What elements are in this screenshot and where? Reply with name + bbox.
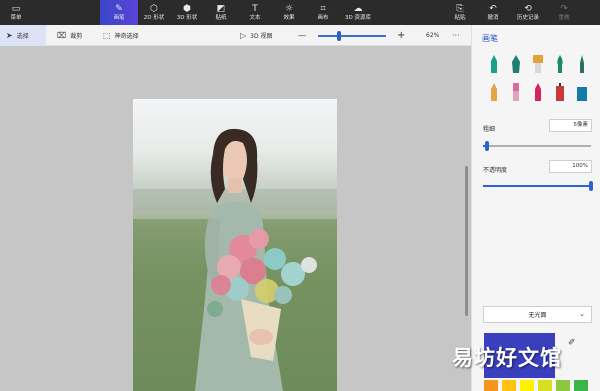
zoom-slider-track[interactable]: [318, 35, 386, 37]
tab-stickers[interactable]: ◩ 贴纸: [208, 0, 234, 25]
thickness-input[interactable]: 5像素: [549, 119, 592, 132]
finish-dropdown[interactable]: 无光面 ⌄: [483, 306, 592, 323]
undo-icon: ↶: [489, 3, 497, 14]
crayon-icon: [535, 83, 541, 101]
folder-icon: ▭: [11, 3, 21, 14]
fill-bucket-icon: [577, 87, 587, 101]
photo-canvas-image: [133, 99, 337, 391]
zoom-slider-thumb[interactable]: [337, 31, 341, 41]
opacity-input[interactable]: 100%: [549, 160, 592, 173]
thickness-slider-thumb[interactable]: [485, 141, 489, 151]
sticker-icon: ◩: [216, 3, 226, 14]
brushes-panel: 画笔 粗细 5像素 不透明度 100% 无光面 ⌄ ✐: [471, 25, 600, 391]
top-toolbar: ▭ 菜单 ✎ 画笔 ⬡ 2D 形状 ⬢ 3D 形状 ◩ 贴纸 T 文本 ☼ 效果…: [0, 0, 600, 25]
zoom-level[interactable]: 62%: [426, 25, 439, 46]
drawing-canvas[interactable]: [0, 46, 471, 391]
magic-select-button[interactable]: ⬚ 神奇选择: [103, 25, 139, 46]
redo-button[interactable]: ↷ 重做: [552, 0, 576, 25]
paste-icon: ⎘: [456, 3, 464, 14]
marker-icon: [491, 55, 497, 73]
magic-select-icon: ⬚: [103, 31, 111, 40]
thickness-label: 粗细: [483, 126, 496, 133]
zoom-out-button[interactable]: —: [298, 25, 306, 46]
marker-brush[interactable]: [487, 54, 501, 74]
spraycan-icon: [556, 83, 564, 101]
shapes-2d-icon: ⬡: [150, 3, 158, 14]
tab-3d-library[interactable]: ☁ 3D 资源库: [340, 0, 376, 25]
opacity-label: 不透明度: [483, 167, 508, 174]
pixel-pen-icon: [580, 55, 584, 73]
watercolor-brush-icon: [557, 55, 563, 73]
brush-icon: ✎: [115, 3, 123, 14]
opacity-slider-thumb[interactable]: [589, 181, 593, 191]
history-button[interactable]: ⟲ 历史记录: [512, 0, 544, 25]
select-button[interactable]: ➤ 选择: [0, 25, 46, 46]
tab-2d-shapes[interactable]: ⬡ 2D 形状: [138, 0, 170, 25]
photo-illustration: [133, 128, 337, 391]
paste-button[interactable]: ⎘ 粘贴: [448, 0, 472, 25]
palette-swatch[interactable]: [502, 380, 516, 391]
more-button[interactable]: ···: [452, 25, 460, 46]
cursor-icon: ➤: [6, 31, 13, 40]
view-3d-button[interactable]: ▷ 3D 视图: [240, 25, 273, 46]
calligraphy-pen-brush[interactable]: [509, 54, 523, 74]
pencil-icon: [491, 83, 497, 101]
palette-swatch[interactable]: [538, 380, 552, 391]
zoom-in-button[interactable]: +: [397, 25, 405, 46]
tab-effects[interactable]: ☼ 效果: [276, 0, 302, 25]
watercolor-brush[interactable]: [553, 54, 567, 74]
text-icon: T: [252, 3, 258, 14]
tab-canvas[interactable]: ⌗ 画布: [310, 0, 336, 25]
redo-icon: ↷: [560, 3, 568, 14]
cube-icon: ⬢: [183, 3, 191, 14]
crayon-brush[interactable]: [531, 82, 545, 102]
crop-button[interactable]: ⌧ 裁剪: [57, 25, 82, 46]
palette-swatch[interactable]: [484, 380, 498, 391]
spraycan-brush[interactable]: [553, 82, 567, 102]
panel-title: 画笔: [482, 34, 498, 43]
watermark: 易坊好文馆: [452, 345, 562, 370]
eyedropper-icon[interactable]: ✐: [568, 338, 576, 348]
view-3d-icon: ▷: [240, 31, 247, 40]
palette-swatch[interactable]: [556, 380, 570, 391]
fill-bucket-brush[interactable]: [575, 82, 589, 102]
crop-icon: ⌧: [57, 31, 67, 40]
tab-3d-shapes[interactable]: ⬢ 3D 形状: [171, 0, 203, 25]
oil-brush[interactable]: [531, 54, 545, 74]
menu-button[interactable]: ▭ 菜单: [2, 0, 30, 25]
history-icon: ⟲: [524, 3, 532, 14]
tab-brushes[interactable]: ✎ 画笔: [100, 0, 138, 25]
chevron-down-icon: ⌄: [579, 310, 585, 318]
opacity-slider-fill: [483, 185, 591, 187]
canvas-scrollbar[interactable]: [465, 166, 468, 316]
pixel-pen-brush[interactable]: [575, 54, 589, 74]
library-3d-icon: ☁: [353, 3, 363, 14]
sub-toolbar: ➤ 选择 ⌧ 裁剪 ⬚ 神奇选择 ▷ 3D 视图 — + 62% ···: [0, 25, 471, 46]
eraser-brush[interactable]: [509, 82, 523, 102]
palette-swatch[interactable]: [520, 380, 534, 391]
effects-icon: ☼: [284, 3, 294, 14]
oil-brush-icon: [533, 55, 543, 73]
palette-swatch[interactable]: [574, 380, 588, 391]
canvas-icon: ⌗: [320, 3, 326, 14]
tab-text[interactable]: T 文本: [242, 0, 268, 25]
calligraphy-pen-icon: [512, 55, 520, 73]
thickness-slider-track[interactable]: [483, 145, 591, 147]
pencil-brush[interactable]: [487, 82, 501, 102]
eraser-icon: [513, 83, 519, 101]
undo-button[interactable]: ↶ 撤消: [481, 0, 505, 25]
